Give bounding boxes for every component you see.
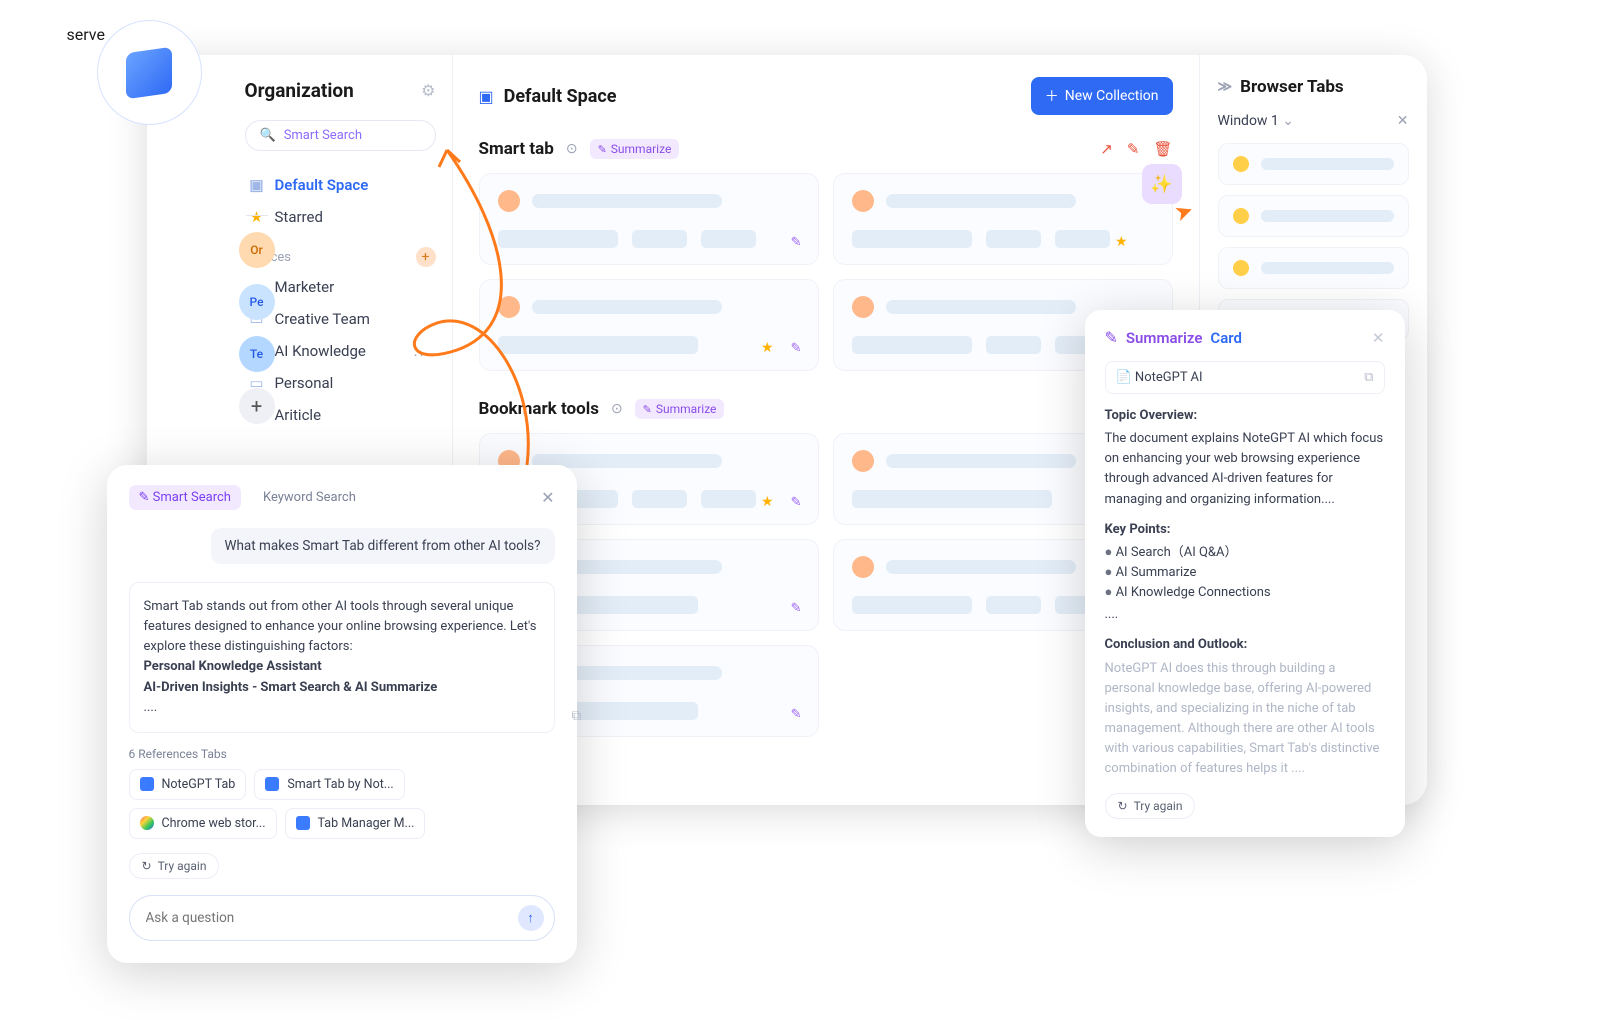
bookmark-card[interactable]: ✎ (479, 173, 819, 265)
search-icon: 🔍 (260, 128, 276, 143)
wand-icon[interactable]: ✎ (791, 495, 802, 510)
close-icon[interactable]: ✕ (1372, 329, 1385, 347)
close-icon[interactable]: ✕ (1397, 113, 1409, 129)
summary-body: Topic Overview: The document explains No… (1105, 406, 1385, 779)
wand-icon: ✎ (139, 490, 153, 505)
collection-more-icon[interactable]: ⊙ (611, 401, 623, 417)
reference-tab[interactable]: Tab Manager M... (285, 808, 426, 839)
add-workspace-button[interactable]: + (239, 388, 275, 424)
sidebar-item-label: Marketer (275, 278, 335, 296)
wand-icon: ✎ (1105, 328, 1118, 347)
sidebar-item-label: Default Space (275, 176, 369, 194)
tab-keyword-search[interactable]: Keyword Search (253, 485, 366, 510)
reference-tab[interactable]: NoteGPT Tab (129, 769, 247, 800)
new-collection-button[interactable]: ＋New Collection (1031, 77, 1173, 115)
star-icon[interactable]: ★ (1115, 234, 1128, 250)
summarize-title: Card (1210, 329, 1242, 347)
cursor-icon: ➤ (1171, 198, 1197, 228)
summarize-card-popup: ✎ Summarize Card ✕ 📄 NoteGPT AI ⧉ Topic … (1085, 310, 1405, 837)
star-icon[interactable]: ★ (761, 340, 774, 356)
gear-icon[interactable]: ⚙ (421, 81, 435, 100)
bookmark-card[interactable]: ★ ✨ ➤ (833, 173, 1173, 265)
chevron-down-icon: ⌄ (1282, 113, 1294, 129)
ask-question-input[interactable]: ↑ (129, 895, 555, 941)
wand-icon: ✎ (643, 403, 652, 416)
summarize-chip[interactable]: ✎Summarize (590, 139, 680, 159)
workspace-pill-pe[interactable]: Pe (239, 284, 275, 320)
summary-source[interactable]: 📄 NoteGPT AI ⧉ (1105, 361, 1385, 394)
collection-title: Smart tab (479, 139, 554, 159)
page-title: Default Space (504, 86, 617, 107)
browser-tab-item[interactable] (1218, 247, 1409, 289)
browser-tab-item[interactable] (1218, 143, 1409, 185)
smart-search-popup: ✎ Smart Search Keyword Search ✕ What mak… (107, 465, 577, 963)
chevrons-icon[interactable]: ≫ (1218, 79, 1233, 95)
sidebar-item-label: Personal (275, 374, 334, 392)
wand-icon: ✎ (598, 143, 607, 156)
workspace-pill-or[interactable]: Or (239, 232, 275, 268)
browser-tab-item[interactable] (1218, 195, 1409, 237)
app-logo (97, 20, 202, 125)
wand-icon[interactable]: ✎ (791, 235, 802, 250)
smart-search-input[interactable]: 🔍 Smart Search (245, 120, 436, 151)
space-icon: ▣ (479, 87, 494, 106)
favicon-icon (140, 777, 154, 791)
edit-icon[interactable]: ✎ (1127, 140, 1140, 158)
sidebar-item-label: AI Knowledge (275, 342, 366, 360)
try-again-button[interactable]: ↻Try again (1105, 793, 1196, 819)
breadcrumb: ▣ Default Space ＋New Collection (479, 77, 1173, 115)
summarize-chip[interactable]: ✎Summarize (635, 399, 725, 419)
search-placeholder: Smart Search (284, 128, 362, 143)
try-again-button[interactable]: ↻Try again (129, 853, 220, 879)
collection-more-icon[interactable]: ⊙ (566, 141, 578, 157)
archive-icon: ▣ (249, 176, 265, 194)
references-label: 6 References Tabs (129, 747, 555, 761)
add-space-button[interactable]: + (416, 247, 436, 267)
star-icon[interactable]: ★ (761, 494, 774, 510)
collection-title: Bookmark tools (479, 399, 599, 419)
question-field[interactable] (146, 910, 518, 926)
collection-actions: ↗ ✎ 🗑 (1100, 140, 1172, 158)
collection-header-bookmark-tools: Bookmark tools ⊙ ✎Summarize (479, 399, 1173, 419)
reference-tab[interactable]: Chrome web stor... (129, 808, 277, 839)
wand-icon[interactable]: ✎ (791, 341, 802, 356)
refresh-icon: ↻ (1118, 799, 1128, 813)
sidebar-item-label: Creative Team (275, 310, 370, 328)
open-icon[interactable]: ↗ (1100, 140, 1113, 158)
send-button[interactable]: ↑ (518, 905, 544, 931)
wand-icon[interactable]: ✎ (791, 601, 802, 616)
close-icon[interactable]: ✕ (541, 488, 554, 507)
copy-icon[interactable]: ⧉ (572, 706, 582, 728)
trash-icon[interactable]: 🗑 (1153, 140, 1172, 158)
sidebar-title: Organization (245, 79, 354, 102)
ai-answer: Smart Tab stands out from other AI tools… (129, 582, 555, 733)
workspace-dock: Or Pe Te + (232, 215, 282, 424)
browser-tabs-header: ≫ Browser Tabs (1218, 77, 1409, 97)
collection-header-smart-tab: Smart tab ⊙ ✎Summarize ↗ ✎ 🗑 (479, 139, 1173, 159)
workspace-pill-te[interactable]: Te (239, 336, 275, 372)
refresh-icon: ↻ (142, 859, 152, 873)
favicon-icon (296, 816, 310, 830)
sidebar-item-label: Starred (275, 208, 323, 226)
ai-magic-button[interactable]: ✨ (1142, 164, 1182, 204)
user-question: What makes Smart Tab different from othe… (211, 528, 555, 564)
more-icon[interactable]: ... (414, 342, 432, 360)
tab-smart-search[interactable]: ✎ Smart Search (129, 485, 241, 510)
favicon-icon (140, 816, 154, 830)
favicon-icon (265, 777, 279, 791)
wand-icon[interactable]: ✎ (791, 707, 802, 722)
sidebar-item-default-space[interactable]: ▣ Default Space (245, 169, 436, 201)
reference-tab[interactable]: Smart Tab by Not... (254, 769, 404, 800)
copy-icon[interactable]: ⧉ (1364, 370, 1373, 385)
summarize-title: Summarize (1126, 329, 1202, 347)
bookmark-card[interactable]: ★ ✎ (479, 279, 819, 371)
references-list: NoteGPT Tab Smart Tab by Not... Chrome w… (129, 769, 555, 839)
browser-window-row[interactable]: Window 1 ⌄ ✕ (1218, 113, 1409, 129)
